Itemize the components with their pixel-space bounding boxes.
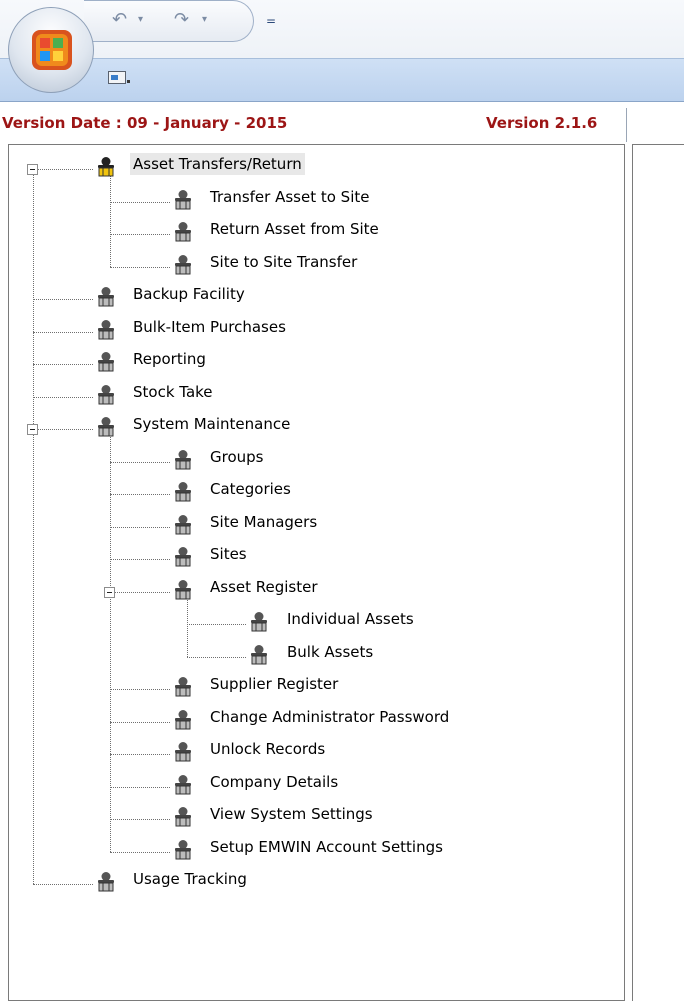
tree-connector-line <box>33 884 93 885</box>
office-logo-icon <box>32 30 72 70</box>
tree-node-label[interactable]: Backup Facility <box>130 283 248 305</box>
tree-connector-line <box>110 819 170 820</box>
tree-node-label[interactable]: Return Asset from Site <box>207 218 382 240</box>
tree-node-label[interactable]: View System Settings <box>207 803 376 825</box>
quick-access-toolbar: ↶ ▾ ↷ ▾ <box>84 0 254 42</box>
module-icon <box>175 677 191 697</box>
undo-icon[interactable]: ↶ <box>112 9 127 30</box>
collapse-toggle-icon[interactable] <box>27 164 38 175</box>
tree-connector-line <box>110 494 170 495</box>
tree-node-label[interactable]: Sites <box>207 543 250 565</box>
tree-node-label[interactable]: Asset Register <box>207 576 321 598</box>
module-icon <box>251 644 267 664</box>
tree-connector-line <box>187 656 246 658</box>
module-icon <box>98 417 114 437</box>
version-bar: Version Date : 09 - January - 2015 Versi… <box>0 112 684 140</box>
tree-node-label[interactable]: Company Details <box>207 771 341 793</box>
tree-connector-line <box>33 396 93 398</box>
undo-dropdown-icon[interactable]: ▾ <box>138 14 143 25</box>
module-icon <box>98 872 114 892</box>
tree-connector-line <box>187 624 246 625</box>
redo-dropdown-icon[interactable]: ▾ <box>202 14 207 25</box>
tree-node-label[interactable]: Individual Assets <box>284 608 417 630</box>
content-panel[interactable] <box>632 144 684 1001</box>
tree-connector-line <box>110 461 170 463</box>
tree-connector-line <box>110 754 170 755</box>
module-icon <box>175 839 191 859</box>
tree-connector-line <box>33 364 93 365</box>
tree-node-label[interactable]: Site to Site Transfer <box>207 251 360 273</box>
module-icon <box>175 514 191 534</box>
tree-connector-line <box>110 689 170 690</box>
module-icon <box>175 254 191 274</box>
tree-node-label[interactable]: Setup EMWIN Account Settings <box>207 836 446 858</box>
tree-connector-line <box>110 721 170 723</box>
module-icon <box>175 807 191 827</box>
ribbon-bar <box>0 58 684 102</box>
module-icon <box>251 612 267 632</box>
tree-connector-line <box>33 331 93 333</box>
module-icon <box>98 319 114 339</box>
tree-connector-line <box>110 201 170 203</box>
version-number-label: Version 2.1.6 <box>486 114 598 132</box>
tree-node-label[interactable]: Stock Take <box>130 381 216 403</box>
tree-node-label[interactable]: Unlock Records <box>207 738 328 760</box>
tree-connector-line <box>33 299 93 300</box>
window-icon[interactable] <box>108 71 126 84</box>
module-icon <box>175 742 191 762</box>
redo-icon[interactable]: ↷ <box>174 9 189 30</box>
module-icon <box>175 579 191 599</box>
tree-node-label[interactable]: Usage Tracking <box>130 868 250 890</box>
tree-connector-line <box>110 234 170 235</box>
version-date-label: Version Date : 09 - January - 2015 <box>2 114 288 132</box>
tree-node-label[interactable]: Categories <box>207 478 294 500</box>
tree-node-label[interactable]: Asset Transfers/Return <box>130 153 305 175</box>
tree-connector-branch <box>110 169 111 267</box>
module-icon <box>98 352 114 372</box>
tree-node-label[interactable]: Reporting <box>130 348 209 370</box>
module-icon <box>175 547 191 567</box>
window-icon-dot <box>127 80 130 83</box>
module-icon <box>175 774 191 794</box>
tree-connector-root <box>33 169 34 884</box>
tree-connector-line <box>110 851 170 853</box>
tree-node-label[interactable]: Transfer Asset to Site <box>207 186 372 208</box>
tree-node-label[interactable]: System Maintenance <box>130 413 293 435</box>
tree-node-label[interactable]: Supplier Register <box>207 673 341 695</box>
tree-connector-line <box>110 786 170 788</box>
tree-node-label[interactable]: Change Administrator Password <box>207 706 452 728</box>
tree-connector-line <box>110 266 170 268</box>
tree-connector-branch <box>110 429 111 852</box>
version-separator <box>626 108 627 142</box>
tree-node-label[interactable]: Groups <box>207 446 266 468</box>
tree-connector-line <box>110 591 170 593</box>
module-icon <box>175 482 191 502</box>
collapse-toggle-icon[interactable] <box>104 586 115 598</box>
module-icon <box>175 189 191 209</box>
tree-connector-line <box>110 559 170 560</box>
module-icon <box>98 157 114 177</box>
tree-node-label[interactable]: Bulk-Item Purchases <box>130 316 289 338</box>
module-icon <box>175 449 191 469</box>
tree-connector-line <box>33 169 93 170</box>
customize-toolbar-icon[interactable]: = <box>266 14 276 28</box>
tree-connector-line <box>110 526 170 528</box>
office-button[interactable] <box>8 7 94 93</box>
tree-node-label[interactable]: Bulk Assets <box>284 641 376 663</box>
module-icon <box>175 222 191 242</box>
module-icon <box>98 287 114 307</box>
module-icon <box>175 709 191 729</box>
tree-node-label[interactable]: Site Managers <box>207 511 320 533</box>
module-icon <box>98 384 114 404</box>
collapse-toggle-icon[interactable] <box>27 424 38 435</box>
tree-connector-line <box>33 429 93 430</box>
